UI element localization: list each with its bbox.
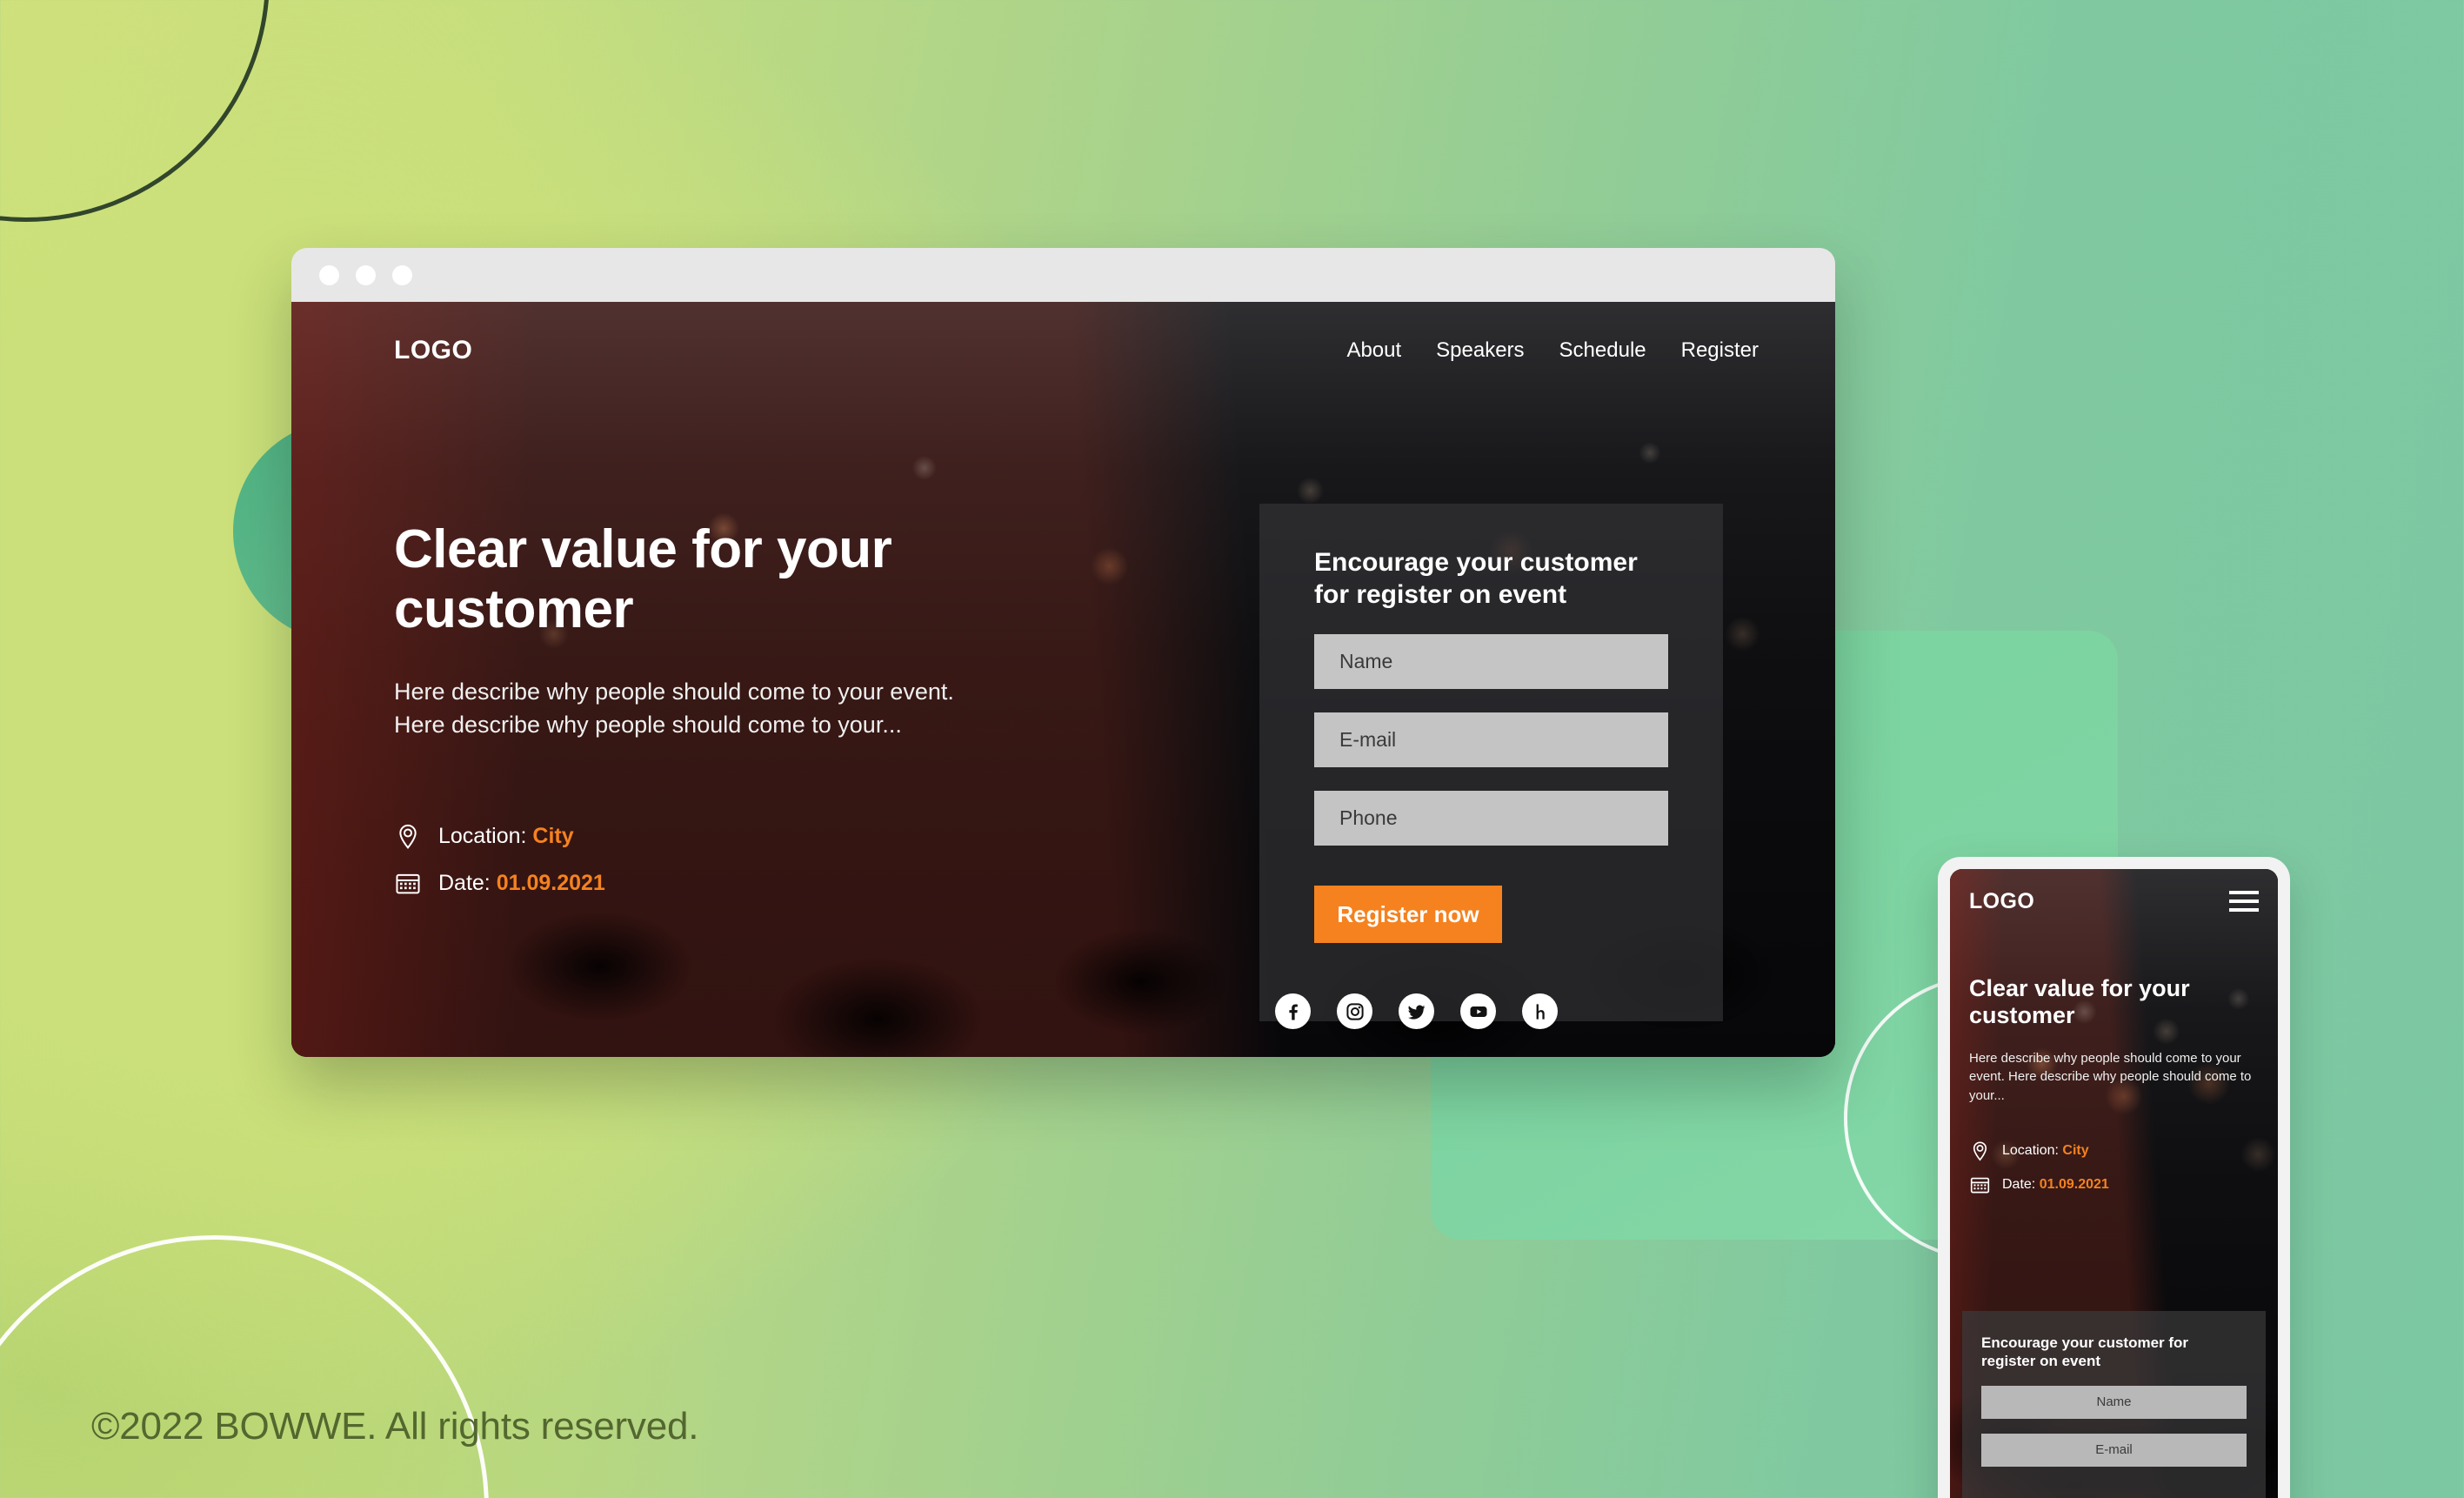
mobile-date-value: 01.09.2021 xyxy=(2039,1177,2109,1193)
registration-form-panel: Encourage your customer for register on … xyxy=(1259,504,1723,1021)
social-links xyxy=(1275,993,1558,1029)
mobile-hero-content: Clear value for your customer Here descr… xyxy=(1969,975,2259,1196)
primary-navigation: About Speakers Schedule Register xyxy=(1346,338,1759,363)
location-pin-icon xyxy=(1973,1141,1987,1161)
copyright-text: ©2022 BOWWE. All rights reserved. xyxy=(91,1405,699,1448)
instagram-icon xyxy=(1346,1002,1364,1020)
houzz-link[interactable] xyxy=(1522,993,1558,1029)
facebook-link[interactable] xyxy=(1275,993,1311,1029)
location-pin-icon xyxy=(399,824,417,849)
nav-link-speakers[interactable]: Speakers xyxy=(1436,338,1524,363)
form-title: Encourage your customer for register on … xyxy=(1314,548,1638,609)
mobile-phone-mockup: LOGO Clear value for your customer Here … xyxy=(1938,857,2290,1498)
calendar-icon xyxy=(396,873,420,893)
browser-viewport: LOGO About Speakers Schedule Register Cl… xyxy=(291,302,1835,1057)
mobile-event-location-row: Location: City xyxy=(1969,1140,2259,1162)
twitter-icon xyxy=(1407,1004,1425,1020)
mobile-logo[interactable]: LOGO xyxy=(1969,889,2034,914)
mobile-screen: LOGO Clear value for your customer Here … xyxy=(1950,869,2278,1498)
date-value: 01.09.2021 xyxy=(496,871,605,896)
phone-input-placeholder: Phone xyxy=(1339,806,1398,830)
phone-input[interactable]: Phone xyxy=(1314,791,1668,846)
facebook-icon xyxy=(1288,1004,1298,1020)
email-input-placeholder: E-mail xyxy=(1339,728,1397,752)
event-date-row: Date: 01.09.2021 xyxy=(394,870,1003,898)
mobile-date-label: Date: xyxy=(2002,1177,2036,1193)
mobile-header: LOGO xyxy=(1950,869,2278,933)
nav-link-register[interactable]: Register xyxy=(1681,338,1759,363)
desktop-browser-mockup: LOGO About Speakers Schedule Register Cl… xyxy=(291,248,1835,1057)
hero-content: Clear value for your customer Here descr… xyxy=(394,519,1003,898)
email-input[interactable]: E-mail xyxy=(1314,712,1668,768)
mobile-name-input[interactable]: Name xyxy=(1981,1385,2247,1419)
nav-link-about[interactable]: About xyxy=(1346,338,1401,363)
mobile-registration-form-panel: Encourage your customer for register on … xyxy=(1962,1311,2266,1498)
mobile-hero-subtitle: Here describe why people should come to … xyxy=(1969,1050,2252,1104)
window-maximize-dot[interactable] xyxy=(392,264,412,285)
hamburger-bar xyxy=(2229,908,2259,912)
site-header: LOGO About Speakers Schedule Register xyxy=(291,302,1835,399)
mobile-location-text: Location: City xyxy=(2002,1143,2089,1159)
twitter-link[interactable] xyxy=(1399,993,1434,1029)
event-location-row: Location: City xyxy=(394,823,1003,851)
white-circle-outline-decoration-bottom xyxy=(0,1235,489,1498)
mobile-form-title: Encourage your customer for register on … xyxy=(1981,1334,2189,1370)
mobile-event-meta: Location: City Date: 01.09.2021 xyxy=(1969,1140,2259,1196)
window-minimize-dot[interactable] xyxy=(356,264,376,285)
hero-title: Clear value for your customer xyxy=(394,519,892,640)
window-close-dot[interactable] xyxy=(319,264,339,285)
hamburger-icon[interactable] xyxy=(2229,891,2259,912)
event-location-text: Location: City xyxy=(438,824,574,849)
mobile-date-text: Date: 01.09.2021 xyxy=(2002,1177,2109,1193)
hamburger-bar xyxy=(2229,891,2259,894)
mobile-email-input-placeholder: E-mail xyxy=(2095,1442,2133,1457)
mobile-name-input-placeholder: Name xyxy=(2096,1394,2132,1409)
dark-circle-outline-decoration xyxy=(0,0,270,222)
houzz-icon xyxy=(1536,1003,1545,1020)
mobile-hero-title: Clear value for your customer xyxy=(1969,975,2190,1029)
calendar-icon xyxy=(1970,1177,1990,1194)
site-logo[interactable]: LOGO xyxy=(394,336,472,365)
youtube-icon xyxy=(1470,1006,1486,1017)
browser-titlebar xyxy=(291,248,1835,302)
youtube-link[interactable] xyxy=(1460,993,1496,1029)
location-label: Location: xyxy=(438,824,527,849)
location-value: City xyxy=(532,824,574,849)
mobile-email-input[interactable]: E-mail xyxy=(1981,1433,2247,1467)
mobile-event-date-row: Date: 01.09.2021 xyxy=(1969,1174,2259,1196)
nav-link-schedule[interactable]: Schedule xyxy=(1559,338,1646,363)
register-now-button[interactable]: Register now xyxy=(1314,886,1502,944)
hero-subtitle: Here describe why people should come to … xyxy=(394,678,954,739)
event-date-text: Date: 01.09.2021 xyxy=(438,871,605,896)
name-input[interactable]: Name xyxy=(1314,634,1668,690)
mobile-location-label: Location: xyxy=(2002,1143,2059,1159)
hamburger-bar xyxy=(2229,899,2259,903)
mobile-location-value: City xyxy=(2062,1143,2089,1159)
event-meta: Location: City Date: 01.09.2021 xyxy=(394,823,1003,898)
instagram-link[interactable] xyxy=(1337,993,1372,1029)
name-input-placeholder: Name xyxy=(1339,650,1393,673)
date-label: Date: xyxy=(438,871,491,896)
